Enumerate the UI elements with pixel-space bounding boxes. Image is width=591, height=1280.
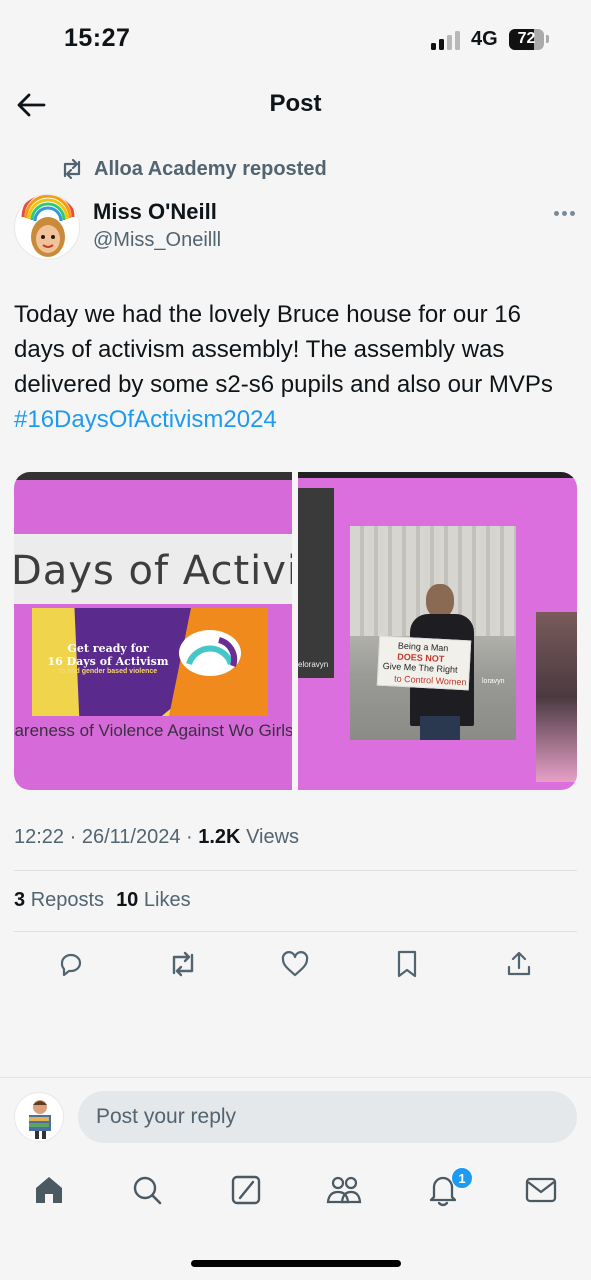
communities-icon — [326, 1176, 362, 1204]
tab-grok[interactable] — [226, 1170, 266, 1210]
action-bar — [0, 947, 591, 983]
network-type: 4G — [471, 28, 498, 50]
battery-nub — [546, 35, 549, 43]
tab-home[interactable] — [29, 1170, 69, 1210]
tab-search[interactable] — [127, 1170, 167, 1210]
author-avatar[interactable] — [14, 194, 80, 260]
notification-badge: 1 — [451, 1167, 473, 1189]
repost-icon — [63, 159, 81, 179]
avatar-image — [29, 1100, 51, 1139]
page-title: Post — [269, 90, 322, 117]
protest-photo: Being a Man DOES NOT Give Me The Right t… — [350, 526, 516, 740]
status-bar: 15:27 4G 72 — [0, 0, 591, 80]
views-label: Views — [246, 826, 300, 848]
likes-label: Likes — [143, 889, 191, 911]
bottom-tab-bar — [0, 1160, 591, 1220]
user-avatar[interactable] — [14, 1092, 64, 1142]
divider — [14, 931, 577, 932]
post-meta: 12:22 · 26/11/2024 · 1.2K Views — [14, 826, 300, 848]
bookmark-icon — [397, 950, 417, 978]
home-indicator[interactable] — [191, 1260, 401, 1267]
side-photo — [298, 488, 334, 678]
author-handle[interactable]: @Miss_Oneilll — [93, 229, 221, 252]
tab-messages[interactable] — [521, 1170, 561, 1210]
slide-title-text: Days of Activis — [14, 548, 292, 594]
reply-composer — [0, 1077, 591, 1155]
more-options-button[interactable] — [548, 200, 580, 226]
views-count: 1.2K — [198, 826, 241, 848]
divider — [14, 870, 577, 871]
battery-level: 72 — [517, 30, 536, 47]
share-button[interactable] — [502, 947, 536, 981]
heart-icon — [281, 951, 309, 977]
search-icon — [133, 1176, 162, 1205]
like-button[interactable] — [278, 947, 312, 981]
reposts-stat[interactable]: 3 Reposts — [14, 889, 104, 911]
post-time: 12:22 — [14, 826, 65, 848]
post-body: Today we had the lovely Bruce house for … — [14, 301, 553, 398]
slide-subtitle: areness of Violence Against Wo Girls — [14, 721, 292, 740]
repost-label: Alloa Academy reposted — [94, 157, 327, 180]
more-dot — [569, 210, 575, 216]
signal-icon — [431, 30, 463, 50]
likes-stat[interactable]: 10 Likes — [116, 889, 191, 911]
photo-credit-right: loravyn — [482, 678, 505, 685]
repost-indicator[interactable]: Alloa Academy reposted — [60, 156, 327, 182]
banner-logo — [179, 630, 241, 676]
photo-credit-left: eloravyn — [298, 660, 329, 669]
more-dot — [561, 210, 567, 216]
avatar-image — [21, 195, 75, 257]
repost-button[interactable] — [166, 947, 200, 981]
banner-text: Get ready for 16 Days of Activism to end… — [47, 642, 169, 675]
likes-count: 10 — [116, 889, 139, 911]
reposts-label: Reposts — [30, 889, 105, 911]
media-image-2[interactable]: eloravyn Being a Man DOES NOT Give Me Th… — [298, 472, 577, 790]
reply-input[interactable] — [78, 1091, 577, 1143]
reply-icon — [60, 953, 82, 977]
share-icon — [507, 951, 531, 976]
battery-icon: 72 — [509, 29, 544, 50]
post-text: Today we had the lovely Bruce house for … — [14, 297, 574, 437]
grok-icon — [231, 1175, 261, 1205]
media-image-1[interactable]: Days of Activis Get ready for 16 Days of… — [14, 472, 292, 790]
side-photo-right — [536, 612, 577, 782]
hashtag-link[interactable]: #16DaysOfActivism2024 — [14, 406, 277, 433]
mail-icon — [525, 1177, 557, 1203]
bookmark-button[interactable] — [390, 947, 424, 981]
tab-communities[interactable] — [324, 1170, 364, 1210]
post-date: 26/11/2024 — [81, 826, 181, 848]
reposts-count: 3 — [14, 889, 26, 911]
status-time: 15:27 — [64, 24, 131, 52]
engagement-stats: 3 Reposts 10 Likes — [14, 889, 191, 912]
home-icon — [36, 1177, 62, 1203]
protest-sign: Being a Man DOES NOT Give Me The Right t… — [376, 635, 472, 691]
reply-button[interactable] — [54, 947, 88, 981]
more-dot — [553, 210, 559, 216]
author-name[interactable]: Miss O'Neill — [93, 199, 217, 225]
repost-icon — [172, 951, 194, 977]
post-header: Post — [0, 80, 591, 130]
post-media: Days of Activis Get ready for 16 Days of… — [14, 472, 577, 790]
